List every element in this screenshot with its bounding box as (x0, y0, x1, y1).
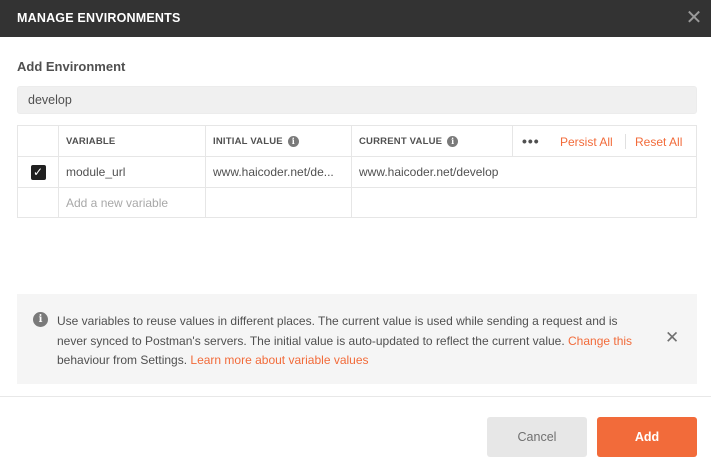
info-icon[interactable]: i (447, 135, 459, 147)
close-icon[interactable]: ✕ (683, 7, 705, 29)
new-initial-value-cell[interactable] (206, 188, 352, 218)
table-header-row: VARIABLE INITIAL VALUE i CURRENT VALUE i… (18, 126, 696, 157)
notice-text-part: Use variables to reuse values in differe… (57, 314, 618, 348)
table-row: ✓ module_url www.haicoder.net/de... www.… (18, 157, 696, 188)
add-environment-label: Add Environment (17, 59, 126, 74)
info-icon: i (33, 312, 48, 327)
notice-text-part: behaviour from Settings. (57, 353, 191, 367)
variable-name: module_url (66, 165, 126, 179)
dismiss-notice-icon[interactable]: ✕ (665, 329, 679, 346)
header-initial-value-label: INITIAL VALUE (213, 135, 283, 147)
dialog-titlebar: MANAGE ENVIRONMENTS ✕ (0, 0, 711, 37)
new-variable-row: Add a new variable (18, 188, 696, 218)
row-checkbox-cell: ✓ (18, 157, 59, 187)
current-value: www.haicoder.net/develop (359, 165, 499, 179)
new-variable-placeholder: Add a new variable (66, 196, 169, 210)
header-checkbox-cell (18, 126, 59, 156)
more-options-icon[interactable]: ••• (522, 133, 540, 149)
new-variable-input[interactable]: Add a new variable (59, 188, 206, 218)
initial-value-cell[interactable]: www.haicoder.net/de... (206, 157, 352, 187)
header-variable: VARIABLE (59, 126, 206, 156)
new-row-checkbox-cell (18, 188, 59, 218)
variable-name-cell[interactable]: module_url (59, 157, 206, 187)
change-settings-link[interactable]: Change this (568, 334, 632, 348)
notice-text: Use variables to reuse values in differe… (57, 312, 647, 371)
divider (625, 134, 626, 149)
header-initial-value: INITIAL VALUE i (206, 126, 352, 156)
new-current-value-cell[interactable] (352, 188, 696, 218)
learn-more-link[interactable]: Learn more about variable values (190, 353, 368, 367)
header-current-value-label: CURRENT VALUE (359, 135, 443, 147)
variables-table: VARIABLE INITIAL VALUE i CURRENT VALUE i… (17, 125, 697, 218)
dialog-title: MANAGE ENVIRONMENTS (17, 11, 181, 25)
current-value-cell[interactable]: www.haicoder.net/develop (352, 157, 696, 187)
info-notice: i Use variables to reuse values in diffe… (17, 294, 697, 384)
cancel-button[interactable]: Cancel (487, 417, 587, 457)
header-tools: ••• Persist All Reset All (512, 126, 696, 157)
initial-value: www.haicoder.net/de... (213, 165, 334, 179)
reset-all-button[interactable]: Reset All (635, 135, 682, 149)
add-button[interactable]: Add (597, 417, 697, 457)
footer-divider (0, 396, 711, 397)
persist-all-button[interactable]: Persist All (560, 135, 613, 149)
info-icon[interactable]: i (287, 135, 299, 147)
divider (512, 126, 513, 157)
environment-name-input[interactable] (17, 86, 697, 114)
enabled-checkbox[interactable]: ✓ (30, 164, 46, 180)
header-variable-label: VARIABLE (66, 135, 116, 147)
